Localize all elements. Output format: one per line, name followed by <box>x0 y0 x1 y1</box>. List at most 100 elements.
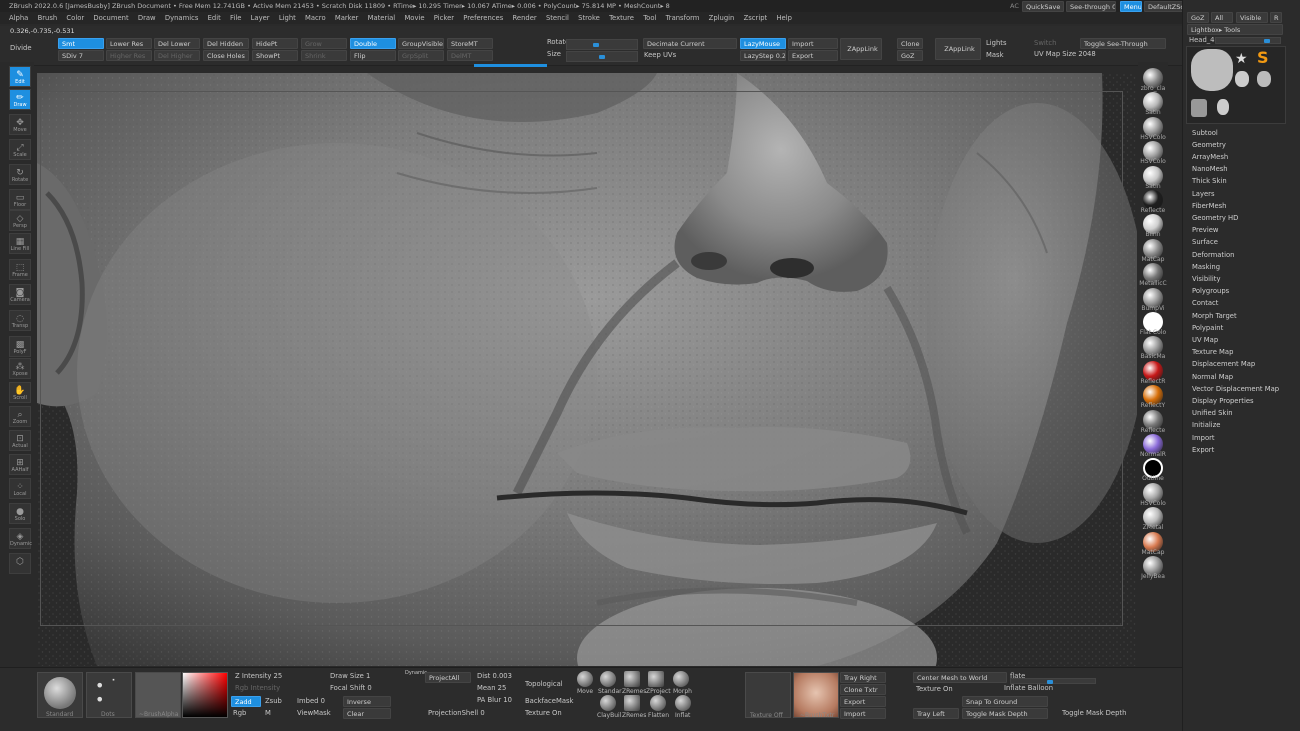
draw-size-slider[interactable]: Draw Size 1 <box>330 672 370 680</box>
line-fill-button[interactable]: ▦ Line Fill <box>9 233 31 254</box>
tool-menu-export[interactable]: Export <box>1192 446 1214 454</box>
tool-menu-display-properties[interactable]: Display Properties <box>1192 397 1254 405</box>
zoom-button[interactable]: ⌕ Zoom <box>9 406 31 427</box>
menu-macro[interactable]: Macro <box>305 14 326 22</box>
tool-menu-normal-map[interactable]: Normal Map <box>1192 373 1233 381</box>
tool-menu-visibility[interactable]: Visibility <box>1192 275 1221 283</box>
inflate-brush-icon[interactable] <box>675 695 691 711</box>
goz-button[interactable]: GoZ <box>897 50 923 61</box>
tray-right-button[interactable]: Tray Right <box>840 672 886 683</box>
all-button[interactable]: All <box>1211 12 1233 23</box>
tool-menu-arraymesh[interactable]: ArrayMesh <box>1192 153 1228 161</box>
divide-button[interactable]: Divide <box>10 44 32 52</box>
hidept-button[interactable]: HidePt <box>252 38 298 49</box>
zproject-brush-icon[interactable] <box>648 671 664 687</box>
uv-map-size-slider[interactable]: UV Map Size 2048 <box>1034 50 1096 58</box>
goz-tool-button[interactable]: GoZ <box>1187 12 1209 23</box>
polymesh-star-icon[interactable]: ★ <box>1235 51 1251 67</box>
tool-menu-deformation[interactable]: Deformation <box>1192 251 1234 259</box>
imbed-slider[interactable]: Imbed 0 <box>297 697 325 705</box>
double-button[interactable]: Double <box>350 38 396 49</box>
frame-button[interactable]: ⬚ Frame <box>9 259 31 280</box>
viewport[interactable] <box>37 73 1137 666</box>
group-visible-button[interactable]: GroupVisible <box>398 38 444 49</box>
menu-preferences[interactable]: Preferences <box>463 14 503 22</box>
menu-movie[interactable]: Movie <box>404 14 424 22</box>
menus-button[interactable]: Menus <box>1120 1 1142 12</box>
3d-cube-button[interactable]: ⬡ <box>9 553 31 574</box>
scale-button[interactable]: ⤢ Scale <box>9 139 31 160</box>
xpose-button[interactable]: ⁂ Xpose <box>9 358 31 379</box>
zapplink-button-2[interactable]: ZAppLink <box>935 38 981 60</box>
scroll-button[interactable]: ✋ Scroll <box>9 382 31 403</box>
dynamic-button[interactable]: ◈ Dynamic <box>9 528 32 549</box>
clone-txtr-button[interactable]: Clone Txtr <box>840 684 886 695</box>
tool-menu-polygroups[interactable]: Polygroups <box>1192 287 1229 295</box>
toggle-mask-depth-button-2[interactable]: Toggle Mask Depth <box>1062 709 1126 717</box>
toggle-see-through-button[interactable]: Toggle See-Through <box>1080 38 1166 49</box>
tool-menu-texture-map[interactable]: Texture Map <box>1192 348 1233 356</box>
texture-import-button[interactable]: Import <box>840 708 886 719</box>
size-slider[interactable] <box>566 51 638 62</box>
toggle-mask-depth-button[interactable]: Toggle Mask Depth <box>962 708 1048 719</box>
draw-button[interactable]: ✏ Draw <box>9 89 31 110</box>
menu-marker[interactable]: Marker <box>335 14 359 22</box>
tool-menu-vector-displacement-map[interactable]: Vector Displacement Map <box>1192 385 1279 393</box>
topological-button[interactable]: Topological <box>525 680 563 688</box>
tool-menu-layers[interactable]: Layers <box>1192 190 1215 198</box>
close-holes-button[interactable]: Close Holes <box>203 50 249 61</box>
head-thumb-mini[interactable] <box>1217 99 1229 115</box>
rotate-button[interactable]: ↻ Rotate <box>9 164 31 185</box>
menu-transform[interactable]: Transform <box>666 14 700 22</box>
visible-button[interactable]: Visible <box>1236 12 1268 23</box>
edit-button[interactable]: ✎ Edit <box>9 66 31 87</box>
zadd-button[interactable]: Zadd <box>231 696 261 707</box>
clone-button[interactable]: Clone <box>897 38 923 49</box>
move-brush-icon[interactable] <box>577 671 593 687</box>
tool-menu-subtool[interactable]: Subtool <box>1192 129 1218 137</box>
transp-button[interactable]: ◌ Transp <box>9 310 31 331</box>
tool-menu-fibermesh[interactable]: FiberMesh <box>1192 202 1227 210</box>
standard-brush-small-icon[interactable] <box>600 671 616 687</box>
grp-split-button[interactable]: GrpSplit <box>398 50 444 61</box>
del-mt-button[interactable]: DelMT <box>447 50 493 61</box>
tool-menu-contact[interactable]: Contact <box>1192 299 1218 307</box>
simplebrush-s-icon[interactable]: S <box>1257 49 1273 67</box>
color-picker[interactable] <box>182 672 228 718</box>
menu-render[interactable]: Render <box>513 14 537 22</box>
smt-button[interactable]: Smt <box>58 38 104 49</box>
del-hidden-button[interactable]: Del Hidden <box>203 38 249 49</box>
showpt-button[interactable]: ShowPt <box>252 50 298 61</box>
texture-on-button[interactable]: Texture On <box>525 709 562 717</box>
floor-button[interactable]: ▭ Floor <box>9 189 31 210</box>
r-button[interactable]: R <box>1270 12 1282 23</box>
tool-menu-uv-map[interactable]: UV Map <box>1192 336 1218 344</box>
tool-menu-displacement-map[interactable]: Displacement Map <box>1192 360 1255 368</box>
menu-document[interactable]: Document <box>93 14 128 22</box>
zremesher-brush-icon[interactable] <box>624 671 640 687</box>
tool-menu-masking[interactable]: Masking <box>1192 263 1220 271</box>
higher-res-button[interactable]: Higher Res <box>106 50 152 61</box>
focal-shift-slider[interactable]: Focal Shift 0 <box>330 684 372 692</box>
head-thumb-small[interactable] <box>1235 71 1249 87</box>
lightbox-tools-button[interactable]: Lightbox▸ Tools <box>1187 24 1283 35</box>
rotate-slider[interactable] <box>566 39 638 50</box>
menu-help[interactable]: Help <box>776 14 792 22</box>
menu-layer[interactable]: Layer <box>251 14 270 22</box>
camera-button[interactable]: ◙ Camera <box>9 284 31 305</box>
lights-label[interactable]: Lights <box>986 39 1007 47</box>
inflate-balloon-slider[interactable]: Inflate Balloon <box>1004 684 1053 692</box>
basemesh-thumb[interactable] <box>1257 71 1271 87</box>
local-button[interactable]: ⁘ Local <box>9 478 31 499</box>
tool-menu-morph-target[interactable]: Morph Target <box>1192 312 1237 320</box>
dynamic-toggle[interactable]: Dynamic <box>405 670 427 676</box>
tool-menu-initialize[interactable]: Initialize <box>1192 421 1220 429</box>
menu-light[interactable]: Light <box>279 14 296 22</box>
tool-menu-nanomesh[interactable]: NanoMesh <box>1192 165 1228 173</box>
decimate-current-button[interactable]: Decimate Current <box>643 38 737 49</box>
texture-export-button[interactable]: Export <box>840 696 886 707</box>
menu-tool[interactable]: Tool <box>643 14 656 22</box>
tool-menu-import[interactable]: Import <box>1192 434 1215 442</box>
tool-menu-geometry-hd[interactable]: Geometry HD <box>1192 214 1238 222</box>
tool-menu-preview[interactable]: Preview <box>1192 226 1218 234</box>
